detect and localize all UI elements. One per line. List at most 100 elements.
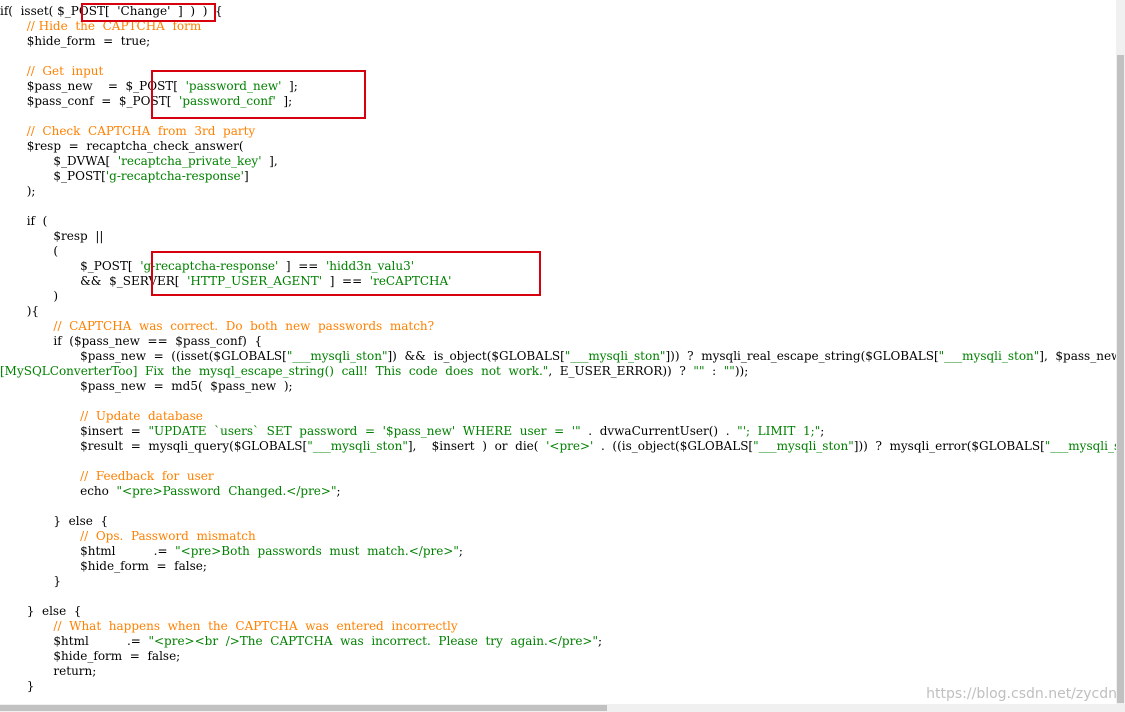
code-token: ]; [281, 79, 298, 93]
code-token: ], [261, 154, 278, 168]
code-line: $html .= "<pre><br />The CAPTCHA was inc… [0, 634, 602, 649]
code-token: ] == [322, 274, 370, 288]
code-token: ], $insert ) or die( [407, 439, 547, 453]
code-line: } else { [0, 514, 108, 529]
code-line: $pass_new = $_POST[ 'password_new' ]; [0, 79, 298, 94]
code-token: ; [458, 544, 463, 558]
horizontal-scrollbar[interactable] [0, 704, 1116, 712]
code-token: $hide_form = false; [0, 559, 207, 573]
code-token: $result = mysqli_query($GLOBALS[ [0, 439, 308, 453]
code-line: $resp = recaptcha_check_answer( [0, 139, 244, 154]
code-token: , E_USER_ERROR)) ? [548, 364, 694, 378]
code-token: $_DVWA[ [0, 154, 118, 168]
code-token: && $_SERVER[ [0, 274, 188, 288]
code-line: $hide_form = false; [0, 649, 180, 664]
code-token: $hide_form = true; [0, 34, 151, 48]
code-line: $hide_form = true; [0, 34, 151, 49]
code-token: $_POST[ [0, 169, 106, 183]
code-line: $_DVWA[ 'recaptcha_private_key' ], [0, 154, 278, 169]
code-token: $_POST[ [125, 79, 186, 93]
code-line: [MySQLConverterToo] Fix the mysql_escape… [0, 364, 748, 379]
watermark-text: https://blog.csdn.net/zycdn [926, 686, 1117, 702]
code-token: ], $pass_new) : [1039, 349, 1116, 363]
code-line: $pass_conf = $_POST[ 'password_conf' ]; [0, 94, 292, 109]
code-token: $hide_form = false; [0, 649, 181, 663]
code-string: "___mysqli_ston" [564, 349, 666, 363]
code-token: } [0, 574, 62, 588]
code-token: ; [820, 424, 825, 438]
vertical-scrollbar[interactable] [1116, 0, 1125, 712]
code-line: // Ops. Password mismatch [0, 529, 256, 544]
code-token: $_POST[ [0, 259, 141, 273]
code-token: : [704, 364, 724, 378]
code-token: . dvwaCurrentUser() . [580, 424, 738, 438]
code-comment: // Ops. Password mismatch [0, 529, 256, 543]
code-line: $_POST['g-recaptcha-response'] [0, 169, 248, 184]
code-line: } [0, 574, 61, 589]
code-string: 'g-recaptcha-response' [105, 169, 244, 183]
code-token: )); [734, 364, 749, 378]
code-string: [MySQLConverterToo] Fix the mysql_escape… [0, 364, 549, 378]
code-line: // Hide the CAPTCHA form [0, 19, 202, 34]
code-string: "___mysqli_ston" [753, 439, 854, 453]
code-token: $resp || [0, 229, 104, 243]
code-string: 'g-recaptcha-response' [140, 259, 279, 273]
vertical-scrollbar-thumb[interactable] [1117, 55, 1124, 703]
code-string: 'hidd3n_valu3' [325, 259, 415, 273]
code-line: echo "<pre>Password Changed.</pre>"; [0, 484, 340, 499]
code-token: . ((is_object($GLOBALS[ [593, 439, 754, 453]
code-comment: // Update database [0, 409, 203, 423]
code-token: ) [0, 289, 59, 303]
code-line: if( isset( $_POST[ 'Change' ] ) ) { [0, 4, 223, 19]
code-string: "<pre>Password Changed.</pre>" [116, 484, 337, 498]
code-token: ; [598, 634, 603, 648]
code-string: 'HTTP_USER_AGENT' [187, 274, 323, 288]
code-line: // Update database [0, 409, 203, 424]
code-string: 'password_new' [185, 79, 282, 93]
code-line: if ($pass_new == $pass_conf) { [0, 334, 262, 349]
code-line: if ( [0, 214, 48, 229]
code-line: $html .= "<pre>Both passwords must match… [0, 544, 463, 559]
code-line: $resp || [0, 229, 103, 244]
code-line: // Feedback for user [0, 469, 214, 484]
code-token: ])) ? mysqli_real_escape_string($GLOBALS… [665, 349, 939, 363]
code-token: $resp = recaptcha_check_answer( [0, 139, 244, 153]
code-string: "UPDATE `users` SET password = '$pass_ne… [148, 424, 581, 438]
code-token: ])) ? mysqli_error($GLOBALS[ [853, 439, 1045, 453]
code-token: ] == [278, 259, 326, 273]
code-comment: // Get input [0, 64, 104, 78]
code-line: // What happens when the CAPTCHA was ent… [0, 619, 458, 634]
code-token: $pass_new = ((isset($GLOBALS[ [0, 349, 287, 363]
code-line: } [0, 679, 35, 694]
code-string: "___mysqli_ston" [286, 349, 388, 363]
code-string: "___mysqli_ston" [307, 439, 408, 453]
horizontal-scrollbar-thumb[interactable] [0, 705, 607, 711]
code-token: return; [0, 664, 97, 678]
code-line: // CAPTCHA was correct. Do both new pass… [0, 319, 434, 334]
code-comment: // What happens when the CAPTCHA was ent… [0, 619, 458, 633]
code-string: "'; LIMIT 1;" [737, 424, 821, 438]
code-token: if( isset( [0, 4, 58, 18]
code-line: $hide_form = false; [0, 559, 207, 574]
code-token: $pass_conf = [0, 94, 119, 108]
code-token: $pass_new = [0, 79, 126, 93]
code-string: "" [723, 364, 735, 378]
code-line: $pass_new = ((isset($GLOBALS["___mysqli_… [0, 349, 1116, 364]
code-token: $html .= [0, 544, 176, 558]
code-token: ); [0, 184, 36, 198]
code-comment: // Check CAPTCHA from 3rd party [0, 124, 256, 138]
code-line: ( [0, 244, 58, 259]
code-string: "___mysqli_ston" [1044, 439, 1116, 453]
code-token: } [0, 679, 35, 693]
code-line: // Check CAPTCHA from 3rd party [0, 124, 256, 139]
code-token: ]; [275, 94, 293, 108]
code-string: "<pre>Both passwords must match.</pre>" [175, 544, 459, 558]
code-token: if ( [0, 214, 48, 228]
code-token: echo [0, 484, 117, 498]
code-string: "___mysqli_ston" [938, 349, 1040, 363]
code-line: $_POST[ 'g-recaptcha-response' ] == 'hid… [0, 259, 414, 274]
code-line: return; [0, 664, 96, 679]
code-token: $_POST[ 'Change' ] [57, 4, 183, 18]
code-string: 'reCAPTCHA' [369, 274, 452, 288]
code-string: "" [693, 364, 705, 378]
